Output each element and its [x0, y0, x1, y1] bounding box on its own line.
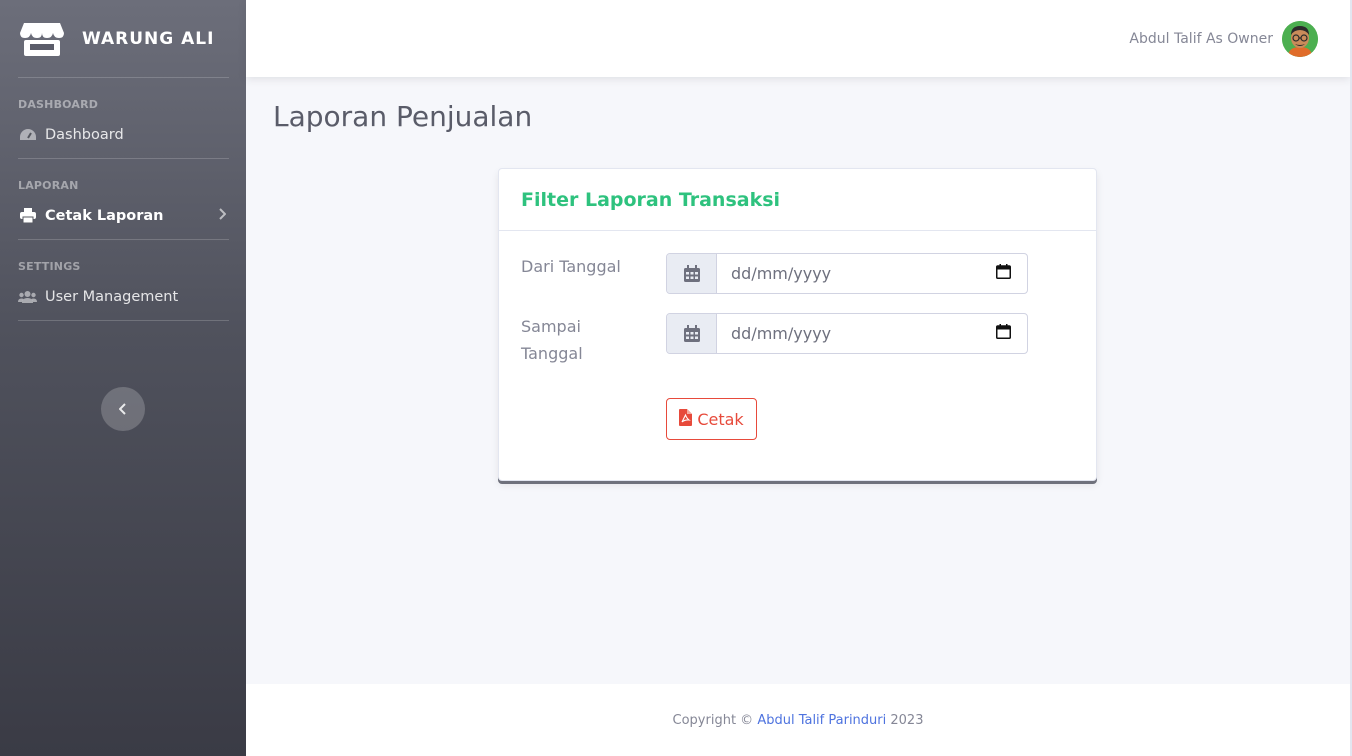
footer: Copyright © Abdul Talif Parinduri 2023 — [246, 684, 1350, 756]
calendar-icon — [667, 314, 717, 353]
cetak-button-label: Cetak — [697, 409, 744, 429]
sidebar-item-user-management[interactable]: User Management — [0, 273, 246, 320]
chevron-left-icon — [118, 400, 127, 419]
card-title: Filter Laporan Transaksi — [521, 188, 781, 211]
calendar-icon — [667, 254, 717, 293]
sidebar-heading-laporan: LAPORAN — [18, 179, 79, 192]
sidebar: WARUNG ALI DASHBOARD Dashboard LAPORAN C… — [0, 0, 246, 756]
chevron-right-icon — [218, 207, 227, 224]
filter-card: Filter Laporan Transaksi Dari Tanggal dd… — [498, 168, 1097, 481]
users-icon — [18, 289, 37, 305]
date-placeholder: dd/mm/yyyy — [731, 264, 832, 283]
sidebar-heading-settings: SETTINGS — [18, 260, 81, 273]
sidebar-heading-dashboard: DASHBOARD — [18, 98, 99, 111]
store-icon — [20, 21, 64, 57]
sidebar-item-label: Dashboard — [45, 126, 124, 143]
sidebar-item-label: Cetak Laporan — [45, 207, 164, 224]
sampai-tanggal-field[interactable]: dd/mm/yyyy — [717, 314, 1027, 353]
form-row-sampai-tanggal: Sampai Tanggal dd/mm/yyyy — [521, 313, 1028, 367]
sampai-tanggal-input-group[interactable]: dd/mm/yyyy — [666, 313, 1028, 354]
dari-tanggal-label: Dari Tanggal — [521, 257, 621, 276]
brand-name: WARUNG ALI — [82, 28, 215, 49]
form-row-dari-tanggal: Dari Tanggal dd/mm/yyyy — [521, 253, 1028, 294]
date-picker-icon[interactable] — [996, 324, 1011, 343]
file-pdf-icon — [679, 408, 693, 430]
sidebar-item-dashboard[interactable]: Dashboard — [0, 111, 246, 158]
topbar: Abdul Talif As Owner — [246, 0, 1350, 77]
print-icon — [18, 208, 37, 224]
copyright-year: 2023 — [890, 712, 924, 728]
tachometer-icon — [18, 127, 37, 143]
date-placeholder: dd/mm/yyyy — [731, 324, 832, 343]
page-title: Laporan Penjualan — [273, 100, 533, 133]
brand[interactable]: WARUNG ALI — [0, 0, 246, 77]
author-link[interactable]: Abdul Talif Parinduri — [757, 713, 886, 728]
sidebar-toggle-button[interactable] — [101, 387, 145, 431]
sidebar-divider — [18, 320, 229, 321]
card-header: Filter Laporan Transaksi — [499, 169, 1096, 231]
user-name[interactable]: Abdul Talif As Owner — [1129, 31, 1273, 47]
avatar[interactable] — [1282, 20, 1318, 57]
dari-tanggal-input-group[interactable]: dd/mm/yyyy — [666, 253, 1028, 294]
cetak-button[interactable]: Cetak — [666, 398, 757, 440]
sidebar-item-label: User Management — [45, 288, 179, 305]
copyright-prefix: Copyright © — [672, 712, 754, 728]
date-picker-icon[interactable] — [996, 264, 1011, 283]
sampai-tanggal-label: Sampai Tanggal — [521, 317, 583, 363]
sidebar-item-cetak-laporan[interactable]: Cetak Laporan — [0, 192, 246, 239]
dari-tanggal-field[interactable]: dd/mm/yyyy — [717, 254, 1027, 293]
